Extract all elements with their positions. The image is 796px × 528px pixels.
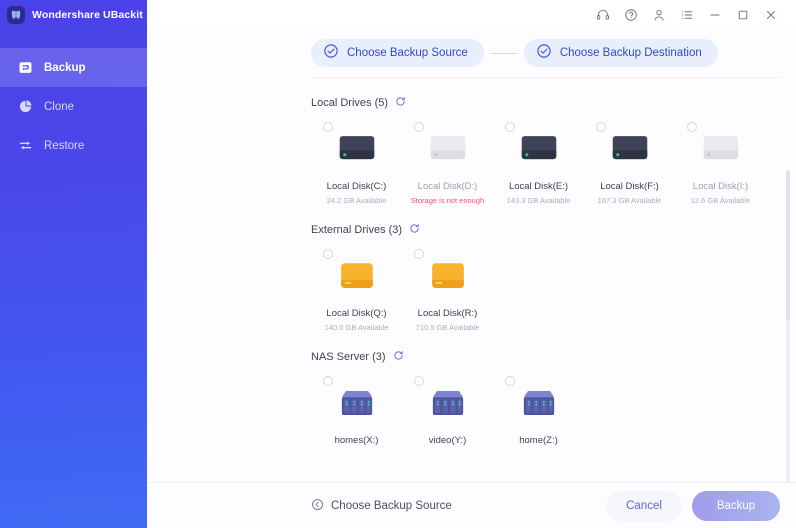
refresh-icon[interactable] [393, 348, 404, 366]
step-label: Choose Backup Source [347, 47, 468, 59]
drive-card-local-disk-e[interactable]: Local Disk(E:) 143.3 GB Available [493, 116, 584, 205]
sidebar: Wondershare UBackit Backup Clone Restore [0, 0, 147, 528]
drive-radio[interactable] [414, 122, 424, 132]
drive-status: 167.3 GB Available [597, 196, 662, 205]
nas-server-row: homes(X:) video(Y:) home(Z:) [311, 370, 796, 446]
drive-name: video(Y:) [428, 435, 467, 446]
drive-card-nas-homes-x[interactable]: homes(X:) [311, 370, 402, 446]
section-title: External Drives (3) [311, 224, 403, 236]
sidebar-nav: Backup Clone Restore [0, 48, 147, 165]
back-to-choose-backup-source[interactable]: Choose Backup Source [311, 498, 452, 514]
check-circle-icon [323, 43, 339, 64]
drive-card-local-disk-r[interactable]: Local Disk(R:) 710.5 GB Available [402, 243, 493, 332]
drive-radio[interactable] [323, 376, 333, 386]
backup-icon [18, 60, 33, 75]
scrollbar-thumb[interactable] [786, 170, 790, 320]
step-choose-backup-source[interactable]: Choose Backup Source [311, 39, 484, 67]
sidebar-item-clone[interactable]: Clone [0, 87, 147, 126]
sidebar-item-backup[interactable]: Backup [0, 48, 147, 87]
close-icon[interactable] [757, 2, 785, 28]
minimize-icon[interactable] [701, 2, 729, 28]
section-header-external-drives: External Drives (3) [311, 221, 796, 239]
account-icon[interactable] [645, 2, 673, 28]
drive-name: Local Disk(E:) [508, 181, 569, 192]
drive-name: Local Disk(C:) [326, 181, 387, 192]
titlebar [147, 0, 796, 30]
drive-list-scroll-area[interactable]: Local Drives (5) Local Disk(C:) 24.2 GB … [147, 78, 796, 482]
drive-radio[interactable] [505, 122, 515, 132]
step-choose-backup-destination[interactable]: Choose Backup Destination [523, 39, 718, 67]
external-drive-icon [426, 251, 470, 299]
menu-list-icon[interactable] [673, 2, 701, 28]
refresh-icon[interactable] [409, 221, 420, 239]
drive-radio[interactable] [414, 249, 424, 259]
section-title: Local Drives (5) [311, 97, 389, 109]
drive-name: Local Disk(D:) [417, 181, 478, 192]
drive-radio[interactable] [505, 376, 515, 386]
drive-card-local-disk-d[interactable]: Local Disk(D:) Storage is not enough [402, 116, 493, 205]
step-label: Choose Backup Destination [559, 47, 702, 59]
drive-status: 710.5 GB Available [415, 323, 480, 332]
brand: Wondershare UBackit [0, 0, 147, 30]
cancel-button[interactable]: Cancel [606, 490, 682, 521]
drive-card-local-disk-q[interactable]: Local Disk(Q:) 140.0 GB Available [311, 243, 402, 332]
hard-drive-icon [334, 124, 380, 172]
hard-drive-icon [698, 124, 744, 172]
nas-server-icon [426, 378, 470, 426]
external-drives-row: Local Disk(Q:) 140.0 GB Available Local … [311, 243, 796, 332]
drive-name: homes(X:) [334, 435, 379, 446]
drive-name: Local Disk(F:) [600, 181, 659, 192]
drive-radio[interactable] [323, 122, 333, 132]
drive-card-local-disk-i[interactable]: Local Disk(I:) 12.6 GB Available [675, 116, 766, 205]
drive-card-local-disk-f[interactable]: Local Disk(F:) 167.3 GB Available [584, 116, 675, 205]
sidebar-item-label: Backup [44, 61, 86, 74]
check-circle-icon [536, 43, 552, 64]
drive-name: home(Z:) [519, 435, 558, 446]
section-header-nas-server: NAS Server (3) [311, 348, 796, 366]
drive-status: 24.2 GB Available [326, 196, 387, 205]
drive-status: 140.0 GB Available [324, 323, 389, 332]
main-panel: Choose Backup Source Choose Backup Desti… [147, 0, 796, 528]
sidebar-item-restore[interactable]: Restore [0, 126, 147, 165]
nas-server-icon [335, 378, 379, 426]
back-circle-icon [311, 498, 324, 514]
footer-bar: Choose Backup Source Cancel Backup [147, 482, 796, 528]
support-headset-icon[interactable] [589, 2, 617, 28]
drive-name: Local Disk(Q:) [326, 308, 387, 319]
back-link-label: Choose Backup Source [331, 499, 452, 512]
drive-radio[interactable] [323, 249, 333, 259]
sidebar-item-label: Restore [44, 139, 85, 152]
hard-drive-icon [607, 124, 653, 172]
sidebar-item-label: Clone [44, 100, 75, 113]
hard-drive-icon [425, 124, 471, 172]
drive-status: 143.3 GB Available [506, 196, 571, 205]
drive-status: Storage is not enough [410, 196, 485, 205]
app-window: Wondershare UBackit Backup Clone Restore… [0, 0, 796, 528]
nas-server-icon [517, 378, 561, 426]
clone-icon [18, 99, 33, 114]
local-drives-row: Local Disk(C:) 24.2 GB Available Local D… [311, 116, 796, 205]
restore-icon [18, 138, 33, 153]
butterfly-logo-icon [7, 6, 25, 24]
stepper: Choose Backup Source Choose Backup Desti… [147, 30, 796, 77]
drive-radio[interactable] [596, 122, 606, 132]
drive-card-local-disk-c[interactable]: Local Disk(C:) 24.2 GB Available [311, 116, 402, 205]
drive-name: Local Disk(R:) [417, 308, 478, 319]
brand-name: Wondershare UBackit [32, 9, 143, 21]
backup-button[interactable]: Backup [692, 490, 780, 521]
drive-status: 12.6 GB Available [690, 196, 751, 205]
stepper-connector [489, 52, 518, 54]
drive-card-nas-home-z[interactable]: home(Z:) [493, 370, 584, 446]
hard-drive-icon [516, 124, 562, 172]
drive-card-nas-video-y[interactable]: video(Y:) [402, 370, 493, 446]
refresh-icon[interactable] [395, 94, 406, 112]
drive-radio[interactable] [414, 376, 424, 386]
maximize-icon[interactable] [729, 2, 757, 28]
drive-name: Local Disk(I:) [692, 181, 749, 192]
section-header-local-drives: Local Drives (5) [311, 94, 796, 112]
help-icon[interactable] [617, 2, 645, 28]
external-drive-icon [335, 251, 379, 299]
drive-radio[interactable] [687, 122, 697, 132]
section-title: NAS Server (3) [311, 351, 386, 363]
